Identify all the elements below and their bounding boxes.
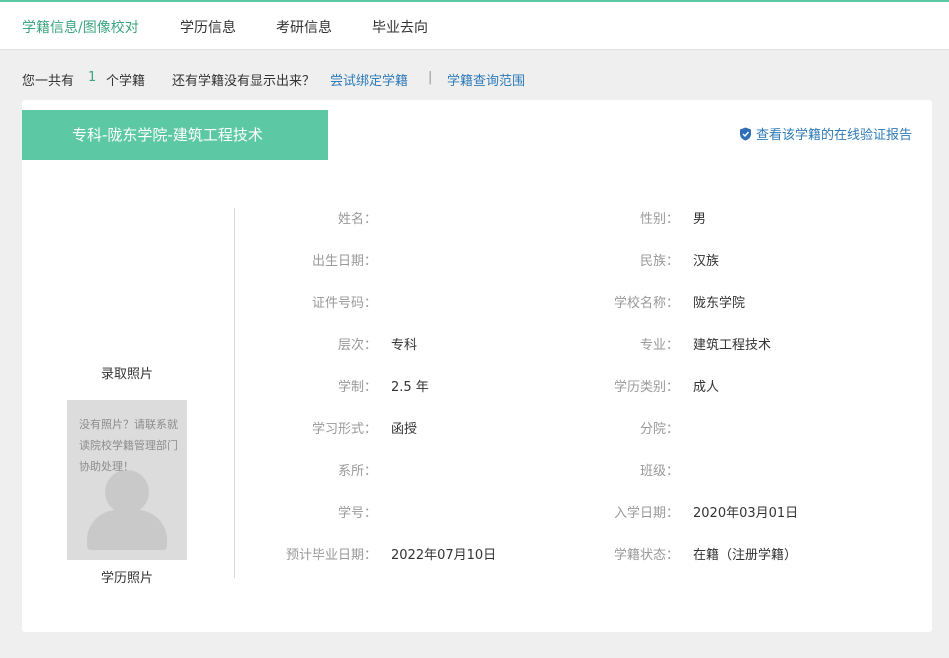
branch-college-label: 分院： [639, 422, 679, 437]
expected-graduation-label: 预计毕业日期： [285, 548, 377, 563]
gender-value: 男 [693, 212, 707, 227]
avatar-silhouette-body [87, 510, 167, 550]
level-value: 专科 [391, 338, 418, 353]
tab-postgrad-exam-info[interactable]: 考研信息 [276, 17, 332, 37]
no-photo-message: 没有照片？请联系就读院校学籍管理部门协助处理！ [79, 418, 178, 473]
enrollment-date-value: 2020年03月01日 [693, 506, 799, 521]
placeholder-photo: 没有照片？请联系就读院校学籍管理部门协助处理！ [67, 400, 187, 560]
record-card: 专科-陇东学院-建筑工程技术 查看该学籍的在线验证报告 录取照片 没有照片？请联… [22, 100, 932, 632]
major-label: 专业： [639, 338, 679, 353]
ethnicity-label: 民族： [639, 254, 679, 269]
duration-value: 2.5 年 [391, 380, 429, 395]
verify-report-label: 查看该学籍的在线验证报告 [755, 128, 912, 143]
summary-prefix: 您一共有 [22, 74, 75, 89]
id-number-label: 证件号码： [311, 296, 377, 311]
name-label: 姓名： [337, 212, 377, 227]
enrollment-date-label: 入学日期： [613, 506, 679, 521]
department-label: 系所： [337, 464, 377, 479]
bind-record-link[interactable]: 尝试绑定学籍 [330, 70, 408, 89]
query-scope-link[interactable]: 学籍查询范围 [447, 70, 525, 89]
study-mode-label: 学习形式： [311, 422, 377, 437]
link-separator: | [428, 70, 433, 85]
tab-degree-info[interactable]: 学历信息 [180, 17, 236, 37]
duration-label: 学制： [337, 380, 377, 395]
record-title: 专科-陇东学院-建筑工程技术 [22, 110, 328, 160]
level-label: 层次： [337, 338, 377, 353]
gender-label: 性别： [639, 212, 679, 227]
shield-check-icon [739, 127, 751, 141]
ethnicity-value: 汉族 [693, 254, 720, 269]
missing-question: 还有学籍没有显示出来？ [172, 74, 316, 89]
enrollment-status-label: 学籍状态： [613, 548, 679, 563]
tab-enrollment-info[interactable]: 学籍信息/图像校对 [22, 17, 139, 37]
expected-graduation-value: 2022年07月10日 [391, 548, 497, 563]
major-value: 建筑工程技术 [693, 338, 772, 353]
enrollment-status-value: 在籍（注册学籍） [693, 548, 798, 563]
school-name-value: 陇东学院 [693, 296, 746, 311]
birthdate-label: 出生日期： [311, 254, 377, 269]
class-label: 班级： [639, 464, 679, 479]
tab-graduation-destination[interactable]: 毕业去向 [372, 17, 428, 37]
education-category-label: 学历类别： [613, 380, 679, 395]
student-id-label: 学号： [337, 506, 377, 521]
school-name-label: 学校名称： [613, 296, 679, 311]
record-count: 1 [88, 70, 97, 85]
top-nav: 学籍信息/图像校对 学历信息 考研信息 毕业去向 [0, 0, 949, 50]
verify-report-link[interactable]: 查看该学籍的在线验证报告 [739, 124, 912, 143]
degree-photo-label: 学历照片 [100, 571, 153, 586]
summary-suffix: 个学籍 [106, 74, 146, 89]
study-mode-value: 函授 [391, 422, 418, 437]
education-category-value: 成人 [693, 380, 720, 395]
admission-photo-label: 录取照片 [100, 367, 153, 382]
